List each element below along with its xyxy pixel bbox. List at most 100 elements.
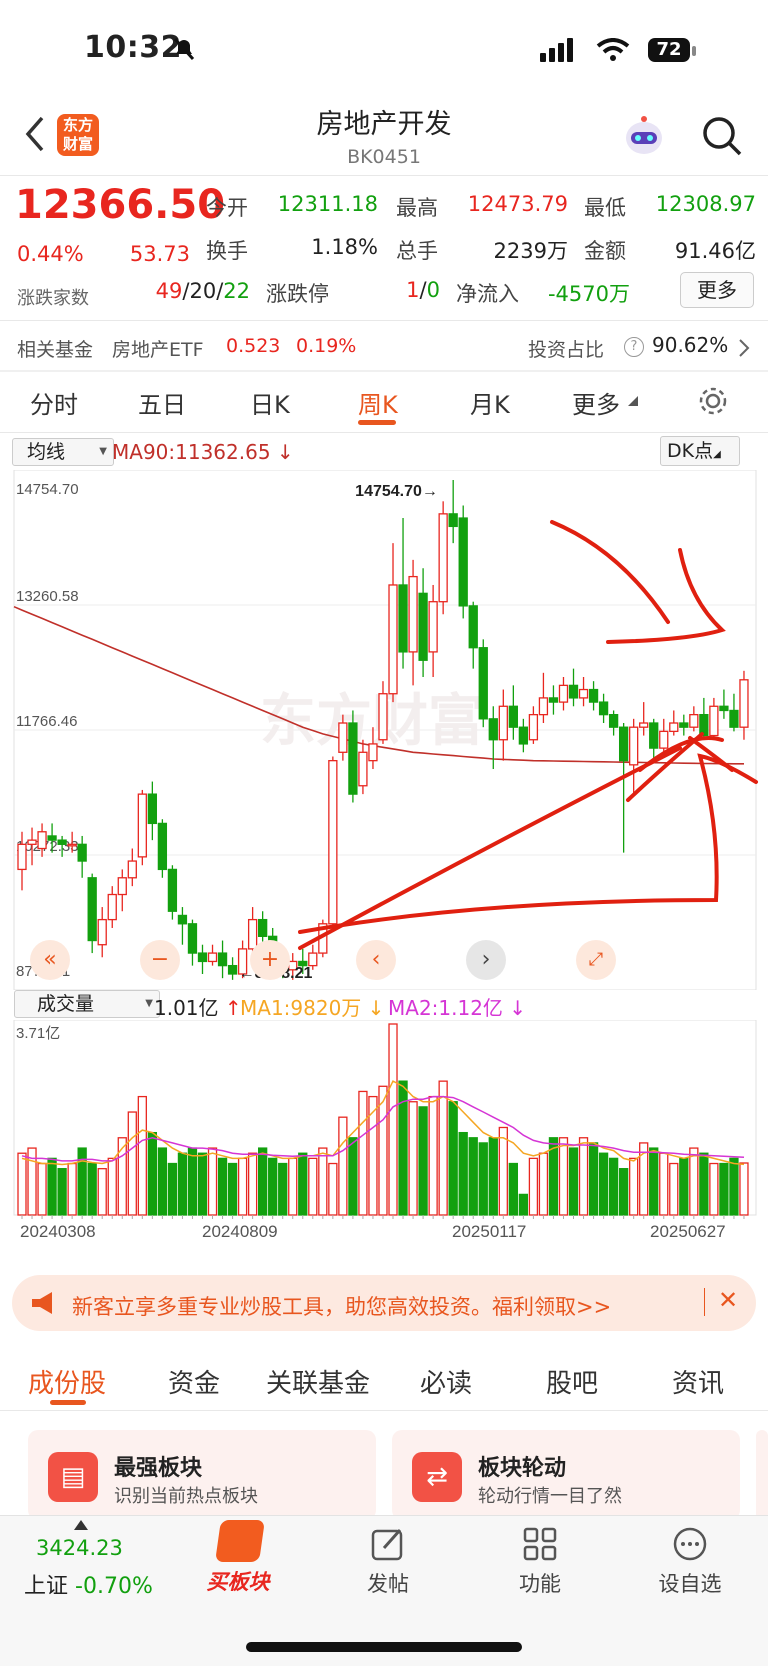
tab-intraday[interactable]: 分时 [30, 385, 78, 420]
volume-bar [47, 1157, 57, 1216]
volume-bar [729, 1157, 739, 1216]
robot-assistant-icon[interactable] [622, 114, 666, 158]
volume-bar [568, 1147, 579, 1216]
x-axis-date-label: 20240809 [202, 1222, 278, 1241]
candle [598, 701, 609, 716]
volume-bar [117, 1137, 127, 1216]
turnover-rate-value: 1.18% [311, 235, 378, 259]
more-button[interactable]: 更多 [680, 272, 754, 308]
tab-more[interactable]: 更多 [572, 385, 620, 420]
candle [167, 868, 178, 912]
candle [709, 705, 719, 737]
tab-related-funds[interactable]: 关联基金 [266, 1363, 370, 1400]
candle [428, 601, 438, 653]
nav-functions[interactable]: 功能 [480, 1568, 600, 1598]
x-axis-date-label: 20250117 [452, 1222, 526, 1241]
chevron-right-icon[interactable] [738, 338, 750, 358]
volume-bar [197, 1152, 208, 1216]
zoom-in-button[interactable]: + [250, 940, 290, 980]
candle [518, 726, 529, 745]
nav-buy-sector[interactable]: 买板块 [178, 1566, 298, 1596]
volume-bar [107, 1157, 117, 1216]
investment-ratio-value: 90.62% [652, 333, 729, 357]
edit-post-icon[interactable] [370, 1526, 406, 1562]
tab-constituents[interactable]: 成份股 [28, 1363, 106, 1400]
sub-tab-indicator [50, 1400, 86, 1405]
volume-label: 总手 [396, 239, 438, 263]
open-label: 今开 [206, 196, 248, 220]
related-fund-name[interactable]: 房地产ETF [112, 335, 204, 362]
ma90-label: MA90:11362.65 ↓ [112, 440, 294, 464]
zoom-out-button[interactable]: − [140, 940, 180, 980]
gear-icon[interactable] [697, 385, 729, 417]
candle [258, 918, 268, 937]
tab-weekly-k[interactable]: 周K [358, 385, 398, 420]
card-title: 最强板块 [114, 1456, 203, 1481]
card-title: 板块轮动 [478, 1456, 567, 1481]
volume-chart[interactable]: 3.71亿 20240308 20240809 20250117 20250627 [0, 1020, 768, 1242]
candle [187, 923, 198, 954]
tab-forum[interactable]: 股吧 [546, 1363, 598, 1400]
volume-bar [127, 1111, 137, 1216]
candle [629, 726, 639, 766]
wifi-icon [596, 38, 630, 61]
volume-bar [468, 1137, 478, 1216]
nav-add-watchlist[interactable]: 设自选 [630, 1568, 750, 1598]
volume-bar [608, 1157, 619, 1216]
turnover-rate-label: 换手 [206, 239, 248, 263]
volume-bar [258, 1147, 268, 1216]
volume-bar [318, 1147, 328, 1216]
functions-grid-icon[interactable] [522, 1526, 558, 1562]
volume-bar [498, 1126, 508, 1216]
kline-chart[interactable]: 14754.7013260.5811766.4610272.338778.21东… [0, 470, 768, 990]
candle [348, 722, 358, 795]
scroll-left-button[interactable]: ‹ [356, 940, 396, 980]
scroll-left-fast-button[interactable]: « [30, 940, 70, 980]
volume-bar [719, 1162, 729, 1216]
candle [538, 697, 549, 716]
candle [448, 513, 458, 528]
index-ticker[interactable]: 上证 -0.70% [24, 1568, 153, 1600]
more-circle-icon[interactable] [672, 1526, 708, 1562]
buy-sector-icon[interactable] [215, 1520, 265, 1562]
candle [77, 843, 87, 862]
candle [739, 679, 749, 728]
volume-bar [699, 1152, 709, 1216]
volume-bar [458, 1131, 468, 1216]
volume-bar [37, 1162, 47, 1216]
collapse-arrow-icon[interactable] [74, 1520, 88, 1530]
volume-bar [67, 1162, 77, 1216]
help-icon[interactable]: ? [624, 337, 644, 357]
volume-bar [629, 1157, 639, 1216]
tab-funds-flow[interactable]: 资金 [168, 1363, 220, 1400]
candle [408, 575, 418, 653]
indicator-select[interactable]: 均线 ▼ [12, 438, 114, 466]
tab-five-day[interactable]: 五日 [138, 385, 186, 420]
volume-value: 2239万 [493, 239, 568, 263]
card-subtitle: 识别当前热点板块 [114, 1486, 258, 1507]
scroll-right-button[interactable]: › [466, 940, 506, 980]
candle [528, 713, 539, 741]
volume-indicator-select[interactable]: 成交量 ▼ [14, 990, 160, 1018]
dk-point-toggle[interactable]: DK点◢ [660, 436, 740, 466]
investment-ratio-label: 投资占比 [528, 339, 605, 361]
hand-drawn-annotation [550, 520, 670, 624]
nav-post[interactable]: 发帖 [328, 1568, 448, 1598]
tab-monthly-k[interactable]: 月K [470, 385, 510, 420]
close-icon[interactable]: ✕ [718, 1286, 738, 1314]
candle [358, 751, 368, 787]
tab-news[interactable]: 资讯 [672, 1363, 724, 1400]
volume-bar [338, 1116, 348, 1216]
amount-label: 金额 [584, 239, 626, 263]
candle [568, 684, 579, 699]
volume-bar [97, 1168, 107, 1216]
candle [127, 860, 137, 879]
search-icon[interactable] [700, 114, 744, 158]
tab-must-read[interactable]: 必读 [420, 1363, 472, 1400]
fullscreen-icon[interactable]: ⤢ [576, 940, 616, 980]
candle [618, 726, 629, 762]
next-card-peek[interactable] [756, 1430, 768, 1520]
index-value[interactable]: 3424.23 [36, 1536, 123, 1560]
promo-text[interactable]: 新客立享多重专业炒股工具，助您高效投资。福利领取>> [72, 1291, 611, 1321]
tab-daily-k[interactable]: 日K [250, 385, 290, 420]
